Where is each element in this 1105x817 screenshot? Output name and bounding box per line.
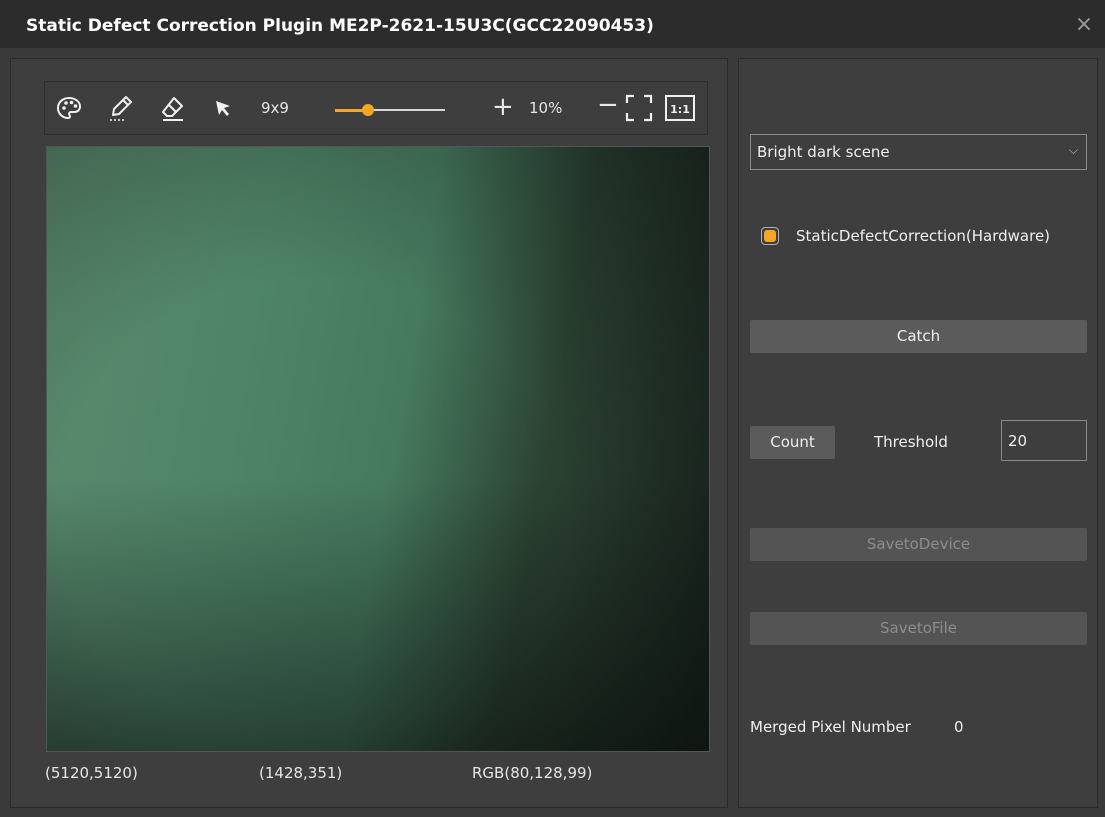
pixel-rgb: RGB(80,128,99) [472,764,593,782]
image-canvas[interactable] [46,146,710,752]
pointer-icon[interactable] [209,94,237,122]
chevron-down-icon: ⌵ [1068,143,1078,157]
title-bar: Static Defect Correction Plugin ME2P-262… [0,0,1105,48]
zoom-out-button[interactable]: − [597,90,619,120]
zoom-slider-thumb[interactable] [362,104,374,116]
pencil-icon[interactable] [107,94,135,122]
close-button[interactable]: × [1071,12,1097,38]
eraser-icon[interactable] [159,94,187,122]
palette-icon[interactable] [55,94,83,122]
image-shade [47,147,709,751]
cursor-position: (1428,351) [259,764,343,782]
image-panel: 9x9 + 10% − 1:1 (5120,5120) (1428,351) R… [10,58,728,808]
checkbox-check-mark [764,230,776,242]
scene-select-value: Bright dark scene [757,143,890,161]
count-button[interactable]: Count [750,426,835,459]
brush-size-label: 9x9 [261,99,289,117]
static-defect-correction-checkbox[interactable] [761,227,779,245]
actual-size-icon[interactable]: 1:1 [665,94,695,122]
zoom-slider[interactable] [335,104,445,116]
threshold-label: Threshold [874,433,948,451]
window-title: Static Defect Correction Plugin ME2P-262… [26,16,654,36]
zoom-in-button[interactable]: + [492,92,514,122]
fit-screen-icon[interactable] [625,94,653,122]
save-to-device-button[interactable]: SavetoDevice [750,528,1087,561]
merged-pixel-number-label: Merged Pixel Number [750,718,911,736]
settings-panel: Bright dark scene ⌵ StaticDefectCorrecti… [738,58,1098,808]
save-to-file-button[interactable]: SavetoFile [750,612,1087,645]
catch-button[interactable]: Catch [750,320,1087,353]
scene-select[interactable]: Bright dark scene ⌵ [750,134,1087,170]
static-defect-correction-label: StaticDefectCorrection(Hardware) [796,227,1051,245]
image-resolution: (5120,5120) [45,764,138,782]
zoom-level: 10% [529,99,563,117]
merged-pixel-number-value: 0 [954,718,964,736]
threshold-input[interactable] [1001,420,1087,461]
image-toolbar: 9x9 + 10% − 1:1 [44,81,708,135]
actual-size-label: 1:1 [670,103,690,116]
